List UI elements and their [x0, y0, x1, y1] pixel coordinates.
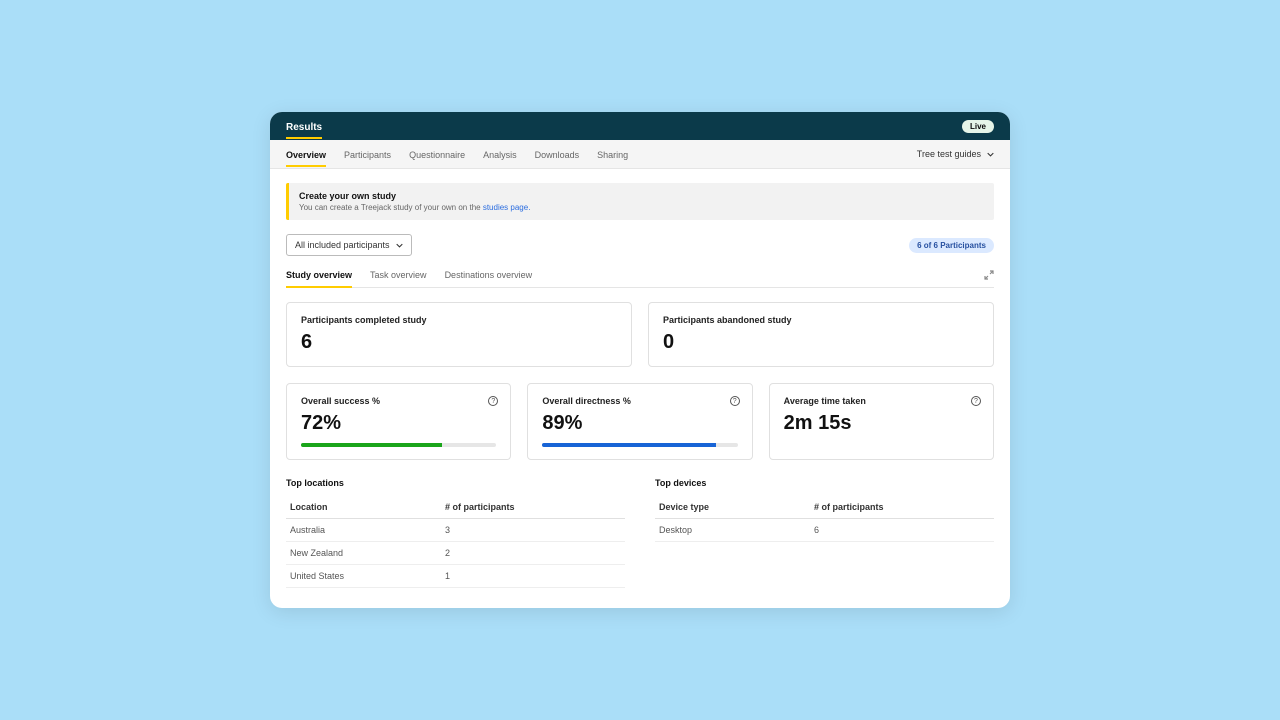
live-status-pill: Live [962, 120, 994, 133]
subnav-tabs: Overview Participants Questionnaire Anal… [286, 141, 628, 167]
tab-study-overview[interactable]: Study overview [286, 270, 352, 287]
location-name: Australia [290, 525, 445, 535]
completed-label: Participants completed study [301, 315, 617, 325]
completed-value: 6 [301, 331, 617, 354]
section-tabs: Study overview Task overview Destination… [286, 270, 994, 288]
tab-analysis[interactable]: Analysis [483, 141, 517, 167]
participant-filter-label: All included participants [295, 240, 390, 250]
time-label: Average time taken [784, 396, 979, 406]
directness-value: 89% [542, 412, 737, 435]
location-count: 3 [445, 525, 621, 535]
devices-header: Device type # of participants [655, 496, 994, 519]
devices-title: Top devices [655, 478, 994, 488]
tree-test-guides-label: Tree test guides [917, 149, 981, 159]
success-value: 72% [301, 412, 496, 435]
help-icon[interactable]: ? [730, 396, 740, 406]
app-window: Results Live Overview Participants Quest… [270, 112, 1010, 608]
location-name: United States [290, 571, 445, 581]
top-devices-table: Top devices Device type # of participant… [655, 478, 994, 588]
controls-row: All included participants 6 of 6 Partici… [286, 234, 994, 256]
devices-col-count: # of participants [814, 502, 990, 512]
subnav: Overview Participants Questionnaire Anal… [270, 140, 1010, 169]
topbar-tab-results[interactable]: Results [286, 114, 322, 139]
content-area: Create your own study You can create a T… [270, 169, 1010, 608]
table-row: United States 1 [286, 565, 625, 588]
location-name: New Zealand [290, 548, 445, 558]
help-icon[interactable]: ? [971, 396, 981, 406]
tab-questionnaire[interactable]: Questionnaire [409, 141, 465, 167]
participant-filter-dropdown[interactable]: All included participants [286, 234, 412, 256]
locations-col-count: # of participants [445, 502, 621, 512]
chevron-down-icon [987, 151, 994, 158]
overall-success-card: Overall success % ? 72% [286, 383, 511, 460]
tab-participants[interactable]: Participants [344, 141, 391, 167]
tab-sharing[interactable]: Sharing [597, 141, 628, 167]
success-bar [301, 443, 496, 447]
participant-count-pill: 6 of 6 Participants [909, 238, 994, 253]
completed-card: Participants completed study 6 [286, 302, 632, 367]
studies-page-link[interactable]: studies page. [483, 203, 531, 212]
device-count: 6 [814, 525, 990, 535]
table-row: Desktop 6 [655, 519, 994, 542]
table-row: New Zealand 2 [286, 542, 625, 565]
table-row: Australia 3 [286, 519, 625, 542]
directness-label: Overall directness % [542, 396, 737, 406]
average-time-card: Average time taken ? 2m 15s [769, 383, 994, 460]
tab-overview[interactable]: Overview [286, 141, 326, 167]
banner-body-prefix: You can create a Treejack study of your … [299, 203, 483, 212]
banner-body: You can create a Treejack study of your … [299, 203, 984, 212]
help-icon[interactable]: ? [488, 396, 498, 406]
tables-row: Top locations Location # of participants… [286, 478, 994, 588]
expand-icon[interactable] [984, 270, 994, 287]
locations-header: Location # of participants [286, 496, 625, 519]
banner-title: Create your own study [299, 191, 984, 201]
metric-cards: Overall success % ? 72% Overall directne… [286, 383, 994, 460]
location-count: 1 [445, 571, 621, 581]
top-locations-table: Top locations Location # of participants… [286, 478, 625, 588]
location-count: 2 [445, 548, 621, 558]
tab-task-overview[interactable]: Task overview [370, 270, 427, 287]
success-bar-fill [301, 443, 442, 447]
success-label: Overall success % [301, 396, 496, 406]
abandoned-label: Participants abandoned study [663, 315, 979, 325]
tab-destinations-overview[interactable]: Destinations overview [445, 270, 533, 287]
summary-cards: Participants completed study 6 Participa… [286, 302, 994, 367]
directness-bar [542, 443, 737, 447]
locations-title: Top locations [286, 478, 625, 488]
tab-downloads[interactable]: Downloads [535, 141, 580, 167]
tree-test-guides-dropdown[interactable]: Tree test guides [917, 149, 994, 159]
devices-col-name: Device type [659, 502, 814, 512]
device-name: Desktop [659, 525, 814, 535]
create-study-banner: Create your own study You can create a T… [286, 183, 994, 220]
abandoned-card: Participants abandoned study 0 [648, 302, 994, 367]
locations-col-name: Location [290, 502, 445, 512]
topbar: Results Live [270, 112, 1010, 140]
time-value: 2m 15s [784, 412, 979, 435]
directness-bar-fill [542, 443, 716, 447]
abandoned-value: 0 [663, 331, 979, 354]
chevron-down-icon [396, 242, 403, 249]
overall-directness-card: Overall directness % ? 89% [527, 383, 752, 460]
